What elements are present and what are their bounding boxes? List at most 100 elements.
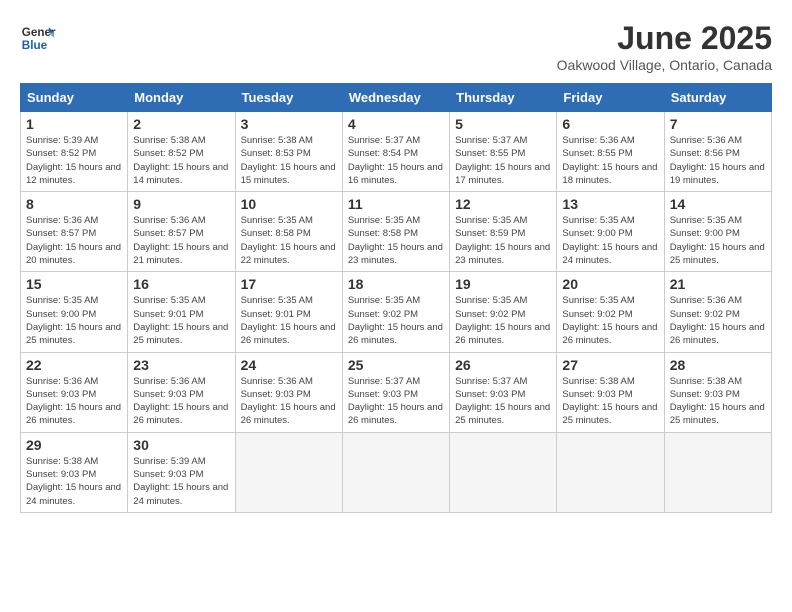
day-info: Sunrise: 5:36 AMSunset: 8:55 PMDaylight:… (562, 135, 657, 186)
calendar-week-3: 15 Sunrise: 5:35 AMSunset: 9:00 PMDaylig… (21, 272, 772, 352)
weekday-header-friday: Friday (557, 84, 664, 112)
day-info: Sunrise: 5:36 AMSunset: 8:56 PMDaylight:… (670, 135, 765, 186)
calendar-cell: 26 Sunrise: 5:37 AMSunset: 9:03 PMDaylig… (450, 352, 557, 432)
day-info: Sunrise: 5:35 AMSunset: 9:00 PMDaylight:… (26, 295, 121, 346)
day-number: 3 (241, 116, 337, 132)
day-number: 26 (455, 357, 551, 373)
day-number: 16 (133, 276, 229, 292)
day-info: Sunrise: 5:35 AMSunset: 9:01 PMDaylight:… (241, 295, 336, 346)
day-info: Sunrise: 5:38 AMSunset: 9:03 PMDaylight:… (670, 376, 765, 427)
day-number: 13 (562, 196, 658, 212)
calendar-cell: 28 Sunrise: 5:38 AMSunset: 9:03 PMDaylig… (664, 352, 771, 432)
day-info: Sunrise: 5:39 AMSunset: 9:03 PMDaylight:… (133, 456, 228, 507)
calendar-cell: 3 Sunrise: 5:38 AMSunset: 8:53 PMDayligh… (235, 112, 342, 192)
day-info: Sunrise: 5:35 AMSunset: 8:58 PMDaylight:… (348, 215, 443, 266)
day-info: Sunrise: 5:35 AMSunset: 9:02 PMDaylight:… (562, 295, 657, 346)
calendar-cell: 10 Sunrise: 5:35 AMSunset: 8:58 PMDaylig… (235, 192, 342, 272)
calendar-week-2: 8 Sunrise: 5:36 AMSunset: 8:57 PMDayligh… (21, 192, 772, 272)
calendar-cell: 23 Sunrise: 5:36 AMSunset: 9:03 PMDaylig… (128, 352, 235, 432)
calendar-cell: 11 Sunrise: 5:35 AMSunset: 8:58 PMDaylig… (342, 192, 449, 272)
day-number: 24 (241, 357, 337, 373)
day-number: 30 (133, 437, 229, 453)
calendar-cell: 18 Sunrise: 5:35 AMSunset: 9:02 PMDaylig… (342, 272, 449, 352)
calendar-cell: 5 Sunrise: 5:37 AMSunset: 8:55 PMDayligh… (450, 112, 557, 192)
day-info: Sunrise: 5:35 AMSunset: 9:00 PMDaylight:… (670, 215, 765, 266)
day-info: Sunrise: 5:36 AMSunset: 8:57 PMDaylight:… (133, 215, 228, 266)
day-info: Sunrise: 5:35 AMSunset: 9:02 PMDaylight:… (348, 295, 443, 346)
day-info: Sunrise: 5:37 AMSunset: 9:03 PMDaylight:… (348, 376, 443, 427)
calendar-cell: 19 Sunrise: 5:35 AMSunset: 9:02 PMDaylig… (450, 272, 557, 352)
day-number: 21 (670, 276, 766, 292)
calendar-week-5: 29 Sunrise: 5:38 AMSunset: 9:03 PMDaylig… (21, 432, 772, 512)
calendar-cell: 27 Sunrise: 5:38 AMSunset: 9:03 PMDaylig… (557, 352, 664, 432)
calendar-cell: 21 Sunrise: 5:36 AMSunset: 9:02 PMDaylig… (664, 272, 771, 352)
calendar-cell: 8 Sunrise: 5:36 AMSunset: 8:57 PMDayligh… (21, 192, 128, 272)
day-info: Sunrise: 5:35 AMSunset: 9:01 PMDaylight:… (133, 295, 228, 346)
weekday-header-monday: Monday (128, 84, 235, 112)
calendar-cell: 29 Sunrise: 5:38 AMSunset: 9:03 PMDaylig… (21, 432, 128, 512)
day-info: Sunrise: 5:36 AMSunset: 9:03 PMDaylight:… (241, 376, 336, 427)
day-number: 8 (26, 196, 122, 212)
calendar-cell: 9 Sunrise: 5:36 AMSunset: 8:57 PMDayligh… (128, 192, 235, 272)
calendar-cell: 7 Sunrise: 5:36 AMSunset: 8:56 PMDayligh… (664, 112, 771, 192)
calendar-cell: 4 Sunrise: 5:37 AMSunset: 8:54 PMDayligh… (342, 112, 449, 192)
calendar-body: 1 Sunrise: 5:39 AMSunset: 8:52 PMDayligh… (21, 112, 772, 513)
day-number: 28 (670, 357, 766, 373)
day-number: 25 (348, 357, 444, 373)
weekday-header-tuesday: Tuesday (235, 84, 342, 112)
day-info: Sunrise: 5:39 AMSunset: 8:52 PMDaylight:… (26, 135, 121, 186)
location-title: Oakwood Village, Ontario, Canada (557, 57, 772, 73)
day-info: Sunrise: 5:38 AMSunset: 9:03 PMDaylight:… (26, 456, 121, 507)
day-info: Sunrise: 5:36 AMSunset: 8:57 PMDaylight:… (26, 215, 121, 266)
day-info: Sunrise: 5:35 AMSunset: 9:00 PMDaylight:… (562, 215, 657, 266)
calendar-cell: 30 Sunrise: 5:39 AMSunset: 9:03 PMDaylig… (128, 432, 235, 512)
day-number: 12 (455, 196, 551, 212)
weekday-header-wednesday: Wednesday (342, 84, 449, 112)
day-number: 19 (455, 276, 551, 292)
weekday-header-thursday: Thursday (450, 84, 557, 112)
calendar-cell: 12 Sunrise: 5:35 AMSunset: 8:59 PMDaylig… (450, 192, 557, 272)
day-info: Sunrise: 5:35 AMSunset: 9:02 PMDaylight:… (455, 295, 550, 346)
title-block: June 2025 Oakwood Village, Ontario, Cana… (557, 20, 772, 73)
day-number: 10 (241, 196, 337, 212)
day-number: 4 (348, 116, 444, 132)
calendar-cell: 6 Sunrise: 5:36 AMSunset: 8:55 PMDayligh… (557, 112, 664, 192)
day-info: Sunrise: 5:38 AMSunset: 9:03 PMDaylight:… (562, 376, 657, 427)
calendar-cell: 14 Sunrise: 5:35 AMSunset: 9:00 PMDaylig… (664, 192, 771, 272)
calendar-cell: 24 Sunrise: 5:36 AMSunset: 9:03 PMDaylig… (235, 352, 342, 432)
day-info: Sunrise: 5:35 AMSunset: 8:58 PMDaylight:… (241, 215, 336, 266)
day-info: Sunrise: 5:38 AMSunset: 8:53 PMDaylight:… (241, 135, 336, 186)
calendar-cell (450, 432, 557, 512)
day-number: 15 (26, 276, 122, 292)
day-number: 17 (241, 276, 337, 292)
day-info: Sunrise: 5:37 AMSunset: 8:54 PMDaylight:… (348, 135, 443, 186)
day-number: 6 (562, 116, 658, 132)
svg-text:Blue: Blue (22, 39, 48, 52)
day-number: 14 (670, 196, 766, 212)
day-number: 1 (26, 116, 122, 132)
calendar-cell (664, 432, 771, 512)
day-number: 5 (455, 116, 551, 132)
day-number: 23 (133, 357, 229, 373)
day-info: Sunrise: 5:35 AMSunset: 8:59 PMDaylight:… (455, 215, 550, 266)
logo: General Blue (20, 20, 56, 56)
calendar-cell: 25 Sunrise: 5:37 AMSunset: 9:03 PMDaylig… (342, 352, 449, 432)
day-info: Sunrise: 5:37 AMSunset: 9:03 PMDaylight:… (455, 376, 550, 427)
day-number: 2 (133, 116, 229, 132)
calendar-cell: 17 Sunrise: 5:35 AMSunset: 9:01 PMDaylig… (235, 272, 342, 352)
calendar-cell: 15 Sunrise: 5:35 AMSunset: 9:00 PMDaylig… (21, 272, 128, 352)
calendar-cell: 2 Sunrise: 5:38 AMSunset: 8:52 PMDayligh… (128, 112, 235, 192)
calendar-table: SundayMondayTuesdayWednesdayThursdayFrid… (20, 83, 772, 513)
calendar-cell (235, 432, 342, 512)
day-number: 29 (26, 437, 122, 453)
calendar-header-row: SundayMondayTuesdayWednesdayThursdayFrid… (21, 84, 772, 112)
logo-icon: General Blue (20, 20, 56, 56)
calendar-cell: 22 Sunrise: 5:36 AMSunset: 9:03 PMDaylig… (21, 352, 128, 432)
calendar-cell: 20 Sunrise: 5:35 AMSunset: 9:02 PMDaylig… (557, 272, 664, 352)
day-number: 22 (26, 357, 122, 373)
day-info: Sunrise: 5:36 AMSunset: 9:03 PMDaylight:… (133, 376, 228, 427)
day-info: Sunrise: 5:36 AMSunset: 9:03 PMDaylight:… (26, 376, 121, 427)
calendar-cell: 1 Sunrise: 5:39 AMSunset: 8:52 PMDayligh… (21, 112, 128, 192)
calendar-cell (557, 432, 664, 512)
month-title: June 2025 (557, 20, 772, 57)
